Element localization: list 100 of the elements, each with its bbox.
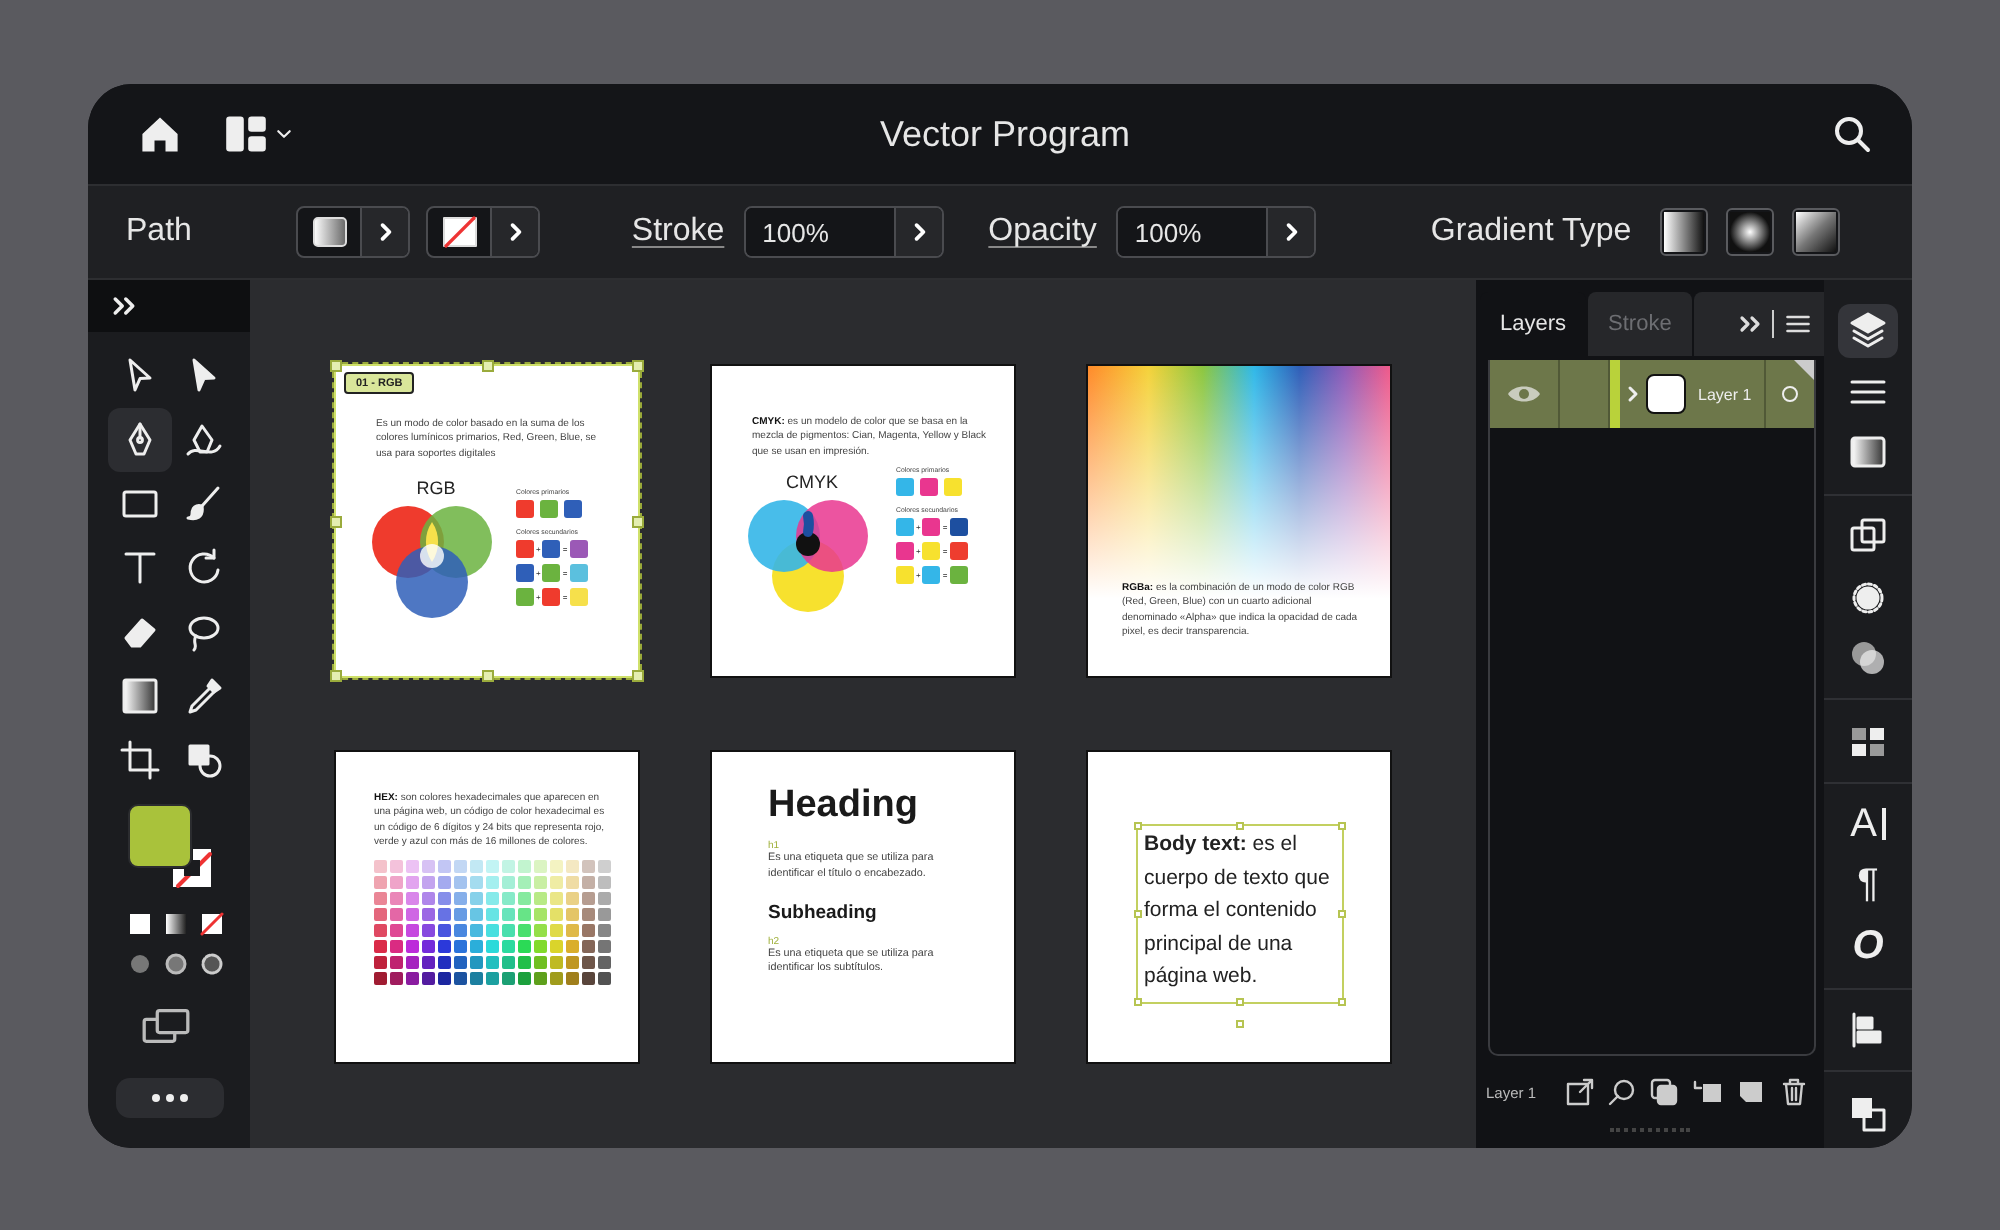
color-swatch: [569, 563, 588, 582]
frame-handle[interactable]: [1134, 822, 1142, 830]
pen-tool-button[interactable]: [108, 408, 172, 472]
crop-tool-icon: [120, 740, 160, 780]
gradient-type-button[interactable]: [1791, 208, 1840, 256]
mask-icon: [1650, 1078, 1678, 1106]
color-swatch: [542, 563, 561, 582]
stroke-menu-button[interactable]: [896, 208, 943, 256]
color-swatch: [949, 565, 968, 584]
type-tool-icon: [120, 548, 160, 588]
layers-panel-button[interactable]: [1838, 304, 1898, 358]
color-swatch: [896, 565, 914, 584]
resize-handle[interactable]: [330, 360, 342, 372]
opacity-field[interactable]: 100%: [1118, 208, 1269, 256]
color-swatch: [516, 539, 534, 558]
no-fill-icon: [200, 912, 224, 936]
pathfinder-icon: [1848, 638, 1888, 679]
paragraph-panel-button[interactable]: ¶: [1838, 859, 1898, 913]
gradient-type-label: Gradient Type: [1430, 214, 1632, 250]
diagram-title: RGB: [414, 477, 458, 498]
artboards-icon: [142, 1008, 190, 1044]
primary-swatches-drawing: [896, 477, 968, 496]
layer-row[interactable]: Layer 1: [1490, 360, 1814, 428]
brush-tool-icon: [184, 484, 224, 524]
align-icon: [1848, 1010, 1888, 1051]
stroke-options-button[interactable]: [492, 208, 538, 256]
search-icon: [1832, 114, 1872, 154]
window-title: Vector Program: [879, 113, 1131, 155]
resize-handle[interactable]: [330, 670, 342, 682]
new-sublayer-icon: [1692, 1078, 1724, 1106]
glyphs-panel-button[interactable]: O: [1838, 920, 1898, 974]
lasso-tool-icon: [184, 612, 224, 652]
resize-handle[interactable]: [632, 670, 644, 682]
linear-gradient-icon: [1663, 212, 1704, 252]
gradient-swatch-icon: [311, 216, 348, 248]
color-swatch: [896, 541, 914, 560]
resize-handle[interactable]: [481, 360, 493, 372]
gradient-fill-icon: [164, 912, 188, 936]
gradient-tool-icon: [120, 676, 160, 716]
curvature-tool-icon: [184, 420, 224, 460]
fill-color-swatch[interactable]: [128, 804, 192, 868]
color-swatch: [516, 587, 534, 606]
diagram-title: CMYK: [783, 471, 840, 492]
frame-handle[interactable]: [1236, 998, 1244, 1006]
resize-handle[interactable]: [481, 670, 493, 682]
rotate-tool-icon: [184, 548, 224, 588]
new-layer-icon: [1738, 1078, 1766, 1106]
path-label: Path: [126, 214, 192, 250]
color-swatch: [896, 517, 914, 536]
color-swatch: [949, 541, 968, 560]
transform-icon: [1848, 516, 1888, 557]
resize-handle[interactable]: [632, 360, 644, 372]
gradient-type-button[interactable]: [1659, 208, 1708, 256]
subheading-sample: Subheading: [768, 901, 879, 924]
gradient-icon: [1848, 432, 1888, 473]
color-swatch: [569, 539, 588, 558]
target-icon: [1780, 384, 1800, 404]
angular-gradient-icon: [1795, 212, 1836, 252]
stroke-width-field[interactable]: 100%: [746, 208, 897, 256]
more-panels-icon: [1738, 310, 1762, 338]
resize-handle[interactable]: [632, 515, 644, 527]
frame-handle[interactable]: [1236, 822, 1244, 830]
artboard[interactable]: Body text: es el cuerpo de texto que forma el contenido principal de una página web.: [1086, 750, 1392, 1064]
resize-handle[interactable]: [330, 515, 342, 527]
home-button[interactable]: [138, 112, 182, 156]
fill-options-button[interactable]: [362, 208, 408, 256]
search-icon: [1608, 1078, 1636, 1106]
arrange-icon: [1848, 1093, 1888, 1134]
stroke-swatch-icon: [168, 844, 216, 892]
menu-icon: [1784, 310, 1812, 338]
radial-gradient-icon: [1729, 212, 1770, 252]
more-tools-button[interactable]: [116, 1078, 224, 1118]
shape-builder-tool-icon: [184, 740, 224, 780]
stroke-label: Stroke: [631, 214, 725, 250]
draw-inside-icon: [200, 952, 224, 976]
export-icon: [1566, 1078, 1594, 1106]
appearance-icon: [1848, 577, 1888, 618]
color-swatch: [949, 517, 968, 536]
eyedropper-tool-icon: [184, 676, 224, 716]
draw-normal-icon: [128, 952, 152, 976]
color-swatch: [922, 541, 941, 560]
color-swatch: [516, 563, 534, 582]
opacity-label: Opacity: [988, 214, 1097, 250]
character-panel-button[interactable]: A: [1838, 798, 1898, 852]
primary-swatches-drawing: [516, 499, 588, 518]
color-swatch: [542, 587, 561, 606]
opacity-menu-button[interactable]: [1268, 208, 1315, 256]
layer-name: Layer 1: [1698, 385, 1754, 403]
layers-icon: [1848, 310, 1888, 351]
layout-menu-button[interactable]: [222, 112, 294, 156]
frame-handle[interactable]: [1338, 822, 1346, 830]
search-button[interactable]: [1832, 114, 1872, 154]
frame-handle[interactable]: [1134, 910, 1142, 918]
gradient-type-button[interactable]: [1725, 208, 1774, 256]
color-swatch: [922, 565, 941, 584]
rotate-handle[interactable]: [1236, 1020, 1244, 1028]
home-icon: [138, 112, 182, 156]
frame-handle[interactable]: [1338, 910, 1346, 918]
frame-handle[interactable]: [1338, 998, 1346, 1006]
frame-handle[interactable]: [1134, 998, 1142, 1006]
